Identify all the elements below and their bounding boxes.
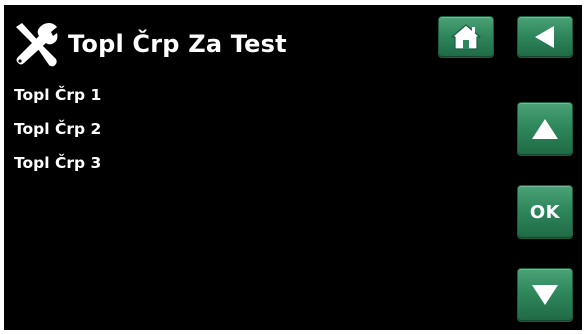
page-title: Topl Črp Za Test (68, 30, 287, 58)
header: Topl Črp Za Test (4, 5, 424, 75)
scroll-down-button[interactable] (517, 268, 573, 322)
back-button[interactable] (517, 16, 573, 58)
home-button[interactable] (438, 16, 494, 58)
down-arrow-icon (528, 280, 562, 310)
ok-label: OK (529, 201, 561, 223)
tools-icon (12, 21, 60, 69)
scroll-up-button[interactable] (517, 102, 573, 156)
menu-item-heat-pump-1[interactable]: Topl Črp 1 (14, 78, 434, 112)
back-arrow-icon (530, 23, 560, 51)
display-screen: Topl Črp Za Test Topl Črp 1 Topl Črp 2 T… (4, 5, 582, 330)
menu-list: Topl Črp 1 Topl Črp 2 Topl Črp 3 (14, 78, 434, 180)
home-icon (449, 22, 483, 52)
ok-button[interactable]: OK (517, 185, 573, 239)
up-arrow-icon (528, 114, 562, 144)
menu-item-heat-pump-3[interactable]: Topl Črp 3 (14, 146, 434, 180)
menu-item-heat-pump-2[interactable]: Topl Črp 2 (14, 112, 434, 146)
